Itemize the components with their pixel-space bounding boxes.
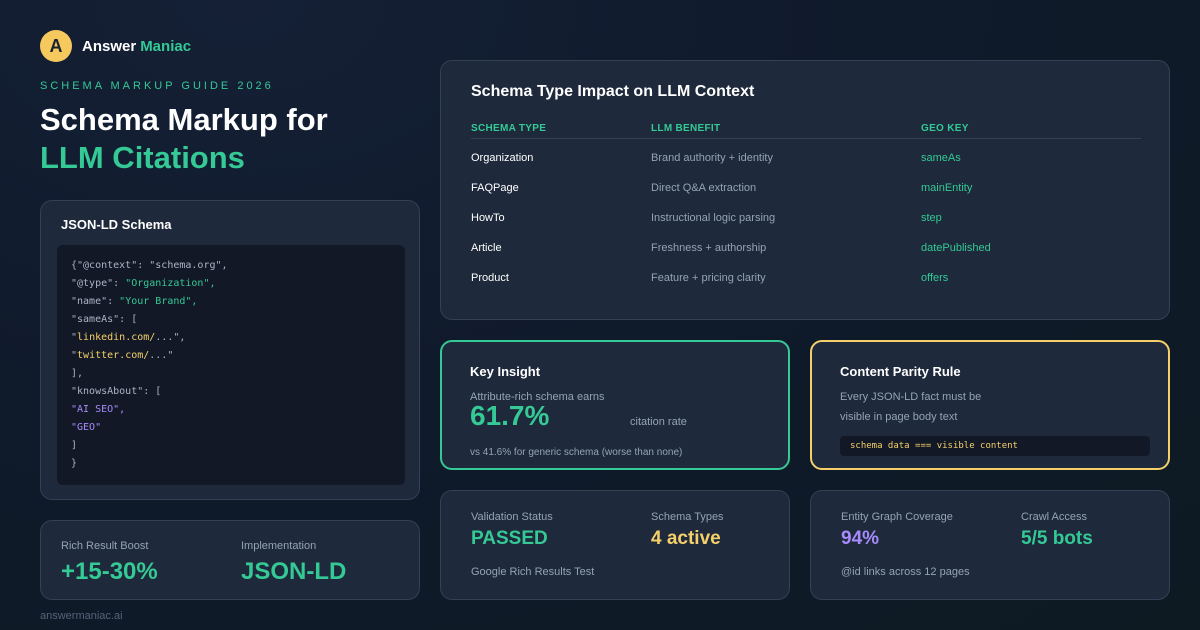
implementation-label: Implementation <box>241 540 317 552</box>
schema-types-value: 4 active <box>651 528 721 549</box>
cell-llm-benefit: Freshness + authorship <box>651 242 767 254</box>
brand[interactable]: A Answer Maniac <box>40 30 191 62</box>
brand-logo: A <box>40 30 72 62</box>
content-parity-code: schema data === visible content <box>840 436 1150 456</box>
table-header-geo-key: GEO KEY <box>921 123 969 134</box>
cell-schema-type: FAQPage <box>471 182 519 194</box>
code-line: "@type": "Organization", <box>71 275 391 293</box>
rich-result-card: Rich Result Boost +15-30% Implementation… <box>40 520 420 600</box>
content-parity-line2: visible in page body text <box>840 411 958 423</box>
table-row: HowTo Instructional logic parsing step <box>441 212 1171 232</box>
code-value: "Organization", <box>125 278 216 289</box>
footer-url[interactable]: answermaniac.ai <box>40 610 123 622</box>
cell-llm-benefit: Brand authority + identity <box>651 152 773 164</box>
table-row: Organization Brand authority + identity … <box>441 152 1171 172</box>
table-header-schema-type: SCHEMA TYPE <box>471 123 547 134</box>
code-line: "sameAs": [ <box>71 314 138 325</box>
content-parity-card: Content Parity Rule Every JSON-LD fact m… <box>810 340 1170 470</box>
entity-graph-coverage-label: Entity Graph Coverage <box>841 511 953 523</box>
key-insight-value: 61.7% <box>470 400 550 431</box>
crawl-access-label: Crawl Access <box>1021 511 1088 523</box>
json-ld-card: JSON-LD Schema {"@context": "schema.org"… <box>40 200 420 500</box>
json-ld-code-block: {"@context": "schema.org", "@type": "Org… <box>57 245 405 485</box>
cell-schema-type: HowTo <box>471 212 505 224</box>
table-header-divider <box>471 138 1141 139</box>
rich-result-boost-label: Rich Result Boost <box>61 540 149 552</box>
key-insight-note: vs 41.6% for generic schema (worse than … <box>470 447 683 458</box>
validation-status-label: Validation Status <box>471 511 553 523</box>
table-row: Product Feature + pricing clarity offers <box>441 272 1171 292</box>
cell-llm-benefit: Instructional logic parsing <box>651 212 776 224</box>
cell-geo-key: datePublished <box>921 242 991 254</box>
page-title-line2: LLM Citations <box>40 140 245 175</box>
table-header-llm-benefit: LLM BENEFIT <box>651 123 721 134</box>
cell-schema-type: Organization <box>471 152 534 164</box>
cell-llm-benefit: Direct Q&A extraction <box>651 182 757 194</box>
brand-name-accent: Maniac <box>140 37 192 55</box>
key-insight-title: Key Insight <box>470 364 541 379</box>
schema-types-label: Schema Types <box>651 511 724 523</box>
code-line: } <box>71 458 78 469</box>
table-row: FAQPage Direct Q&A extraction mainEntity <box>441 182 1171 202</box>
code-rest: ..." <box>149 350 174 361</box>
cell-llm-benefit: Feature + pricing clarity <box>651 272 766 284</box>
cell-schema-type: Product <box>471 272 509 284</box>
json-ld-card-title: JSON-LD Schema <box>61 217 172 232</box>
validation-note: Google Rich Results Test <box>471 566 595 578</box>
validation-status-value: PASSED <box>471 528 548 549</box>
code-value: "Your Brand", <box>119 296 198 307</box>
code-key: "@type": <box>71 278 126 289</box>
schema-impact-table-card: Schema Type Impact on LLM Context SCHEMA… <box>440 60 1170 320</box>
cell-geo-key: mainEntity <box>921 182 973 194</box>
code-line: "knowsAbout": [ <box>71 386 162 397</box>
table-row: Article Freshness + authorship datePubli… <box>441 242 1171 262</box>
cell-schema-type: Article <box>471 242 502 254</box>
implementation-value: JSON-LD <box>241 558 347 585</box>
code-url: twitter.com/ <box>77 350 150 361</box>
content-parity-line1: Every JSON-LD fact must be <box>840 391 982 403</box>
key-insight-card: Key Insight Attribute-rich schema earns … <box>440 340 790 470</box>
code-line: "name": "Your Brand", <box>71 293 391 311</box>
key-insight-unit: citation rate <box>630 416 687 428</box>
code-line: "linkedin.com/...", <box>71 329 391 347</box>
code-line: {"@context": "schema.org", <box>71 260 228 271</box>
code-line: "AI SEO", <box>71 404 126 415</box>
code-rest: ...", <box>155 332 186 343</box>
entity-graph-note: @id links across 12 pages <box>841 566 970 578</box>
validation-card: Validation Status PASSED Schema Types 4 … <box>440 490 790 600</box>
page-title-line1: Schema Markup for <box>40 102 328 137</box>
entity-graph-card: Entity Graph Coverage 94% Crawl Access 5… <box>810 490 1170 600</box>
code-url: linkedin.com/ <box>77 332 156 343</box>
brand-name: Answer Maniac <box>82 38 191 55</box>
brand-name-main: Answer <box>82 37 137 55</box>
code-key: "name": <box>71 296 120 307</box>
cell-geo-key: step <box>921 212 942 224</box>
eyebrow: SCHEMA MARKUP GUIDE 2026 <box>40 80 274 92</box>
code-line: ], <box>71 368 84 379</box>
crawl-access-value: 5/5 bots <box>1021 528 1093 549</box>
table-title: Schema Type Impact on LLM Context <box>471 83 755 100</box>
cell-geo-key: sameAs <box>921 152 961 164</box>
content-parity-title: Content Parity Rule <box>840 364 961 379</box>
rich-result-boost-value: +15-30% <box>61 558 158 585</box>
code-line: "GEO" <box>71 422 102 433</box>
entity-graph-coverage-value: 94% <box>841 528 880 549</box>
cell-geo-key: offers <box>921 272 949 284</box>
code-line: "twitter.com/..." <box>71 347 391 365</box>
code-line: ] <box>71 440 78 451</box>
